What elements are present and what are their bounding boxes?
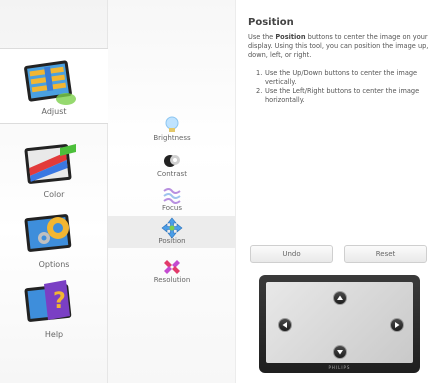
sub-item-focus[interactable]: Focus — [108, 183, 236, 215]
nav-label-help: Help — [44, 330, 64, 339]
sub-nav: Brightness Contrast Focus Position Resol… — [108, 0, 236, 383]
sub-item-contrast[interactable]: Contrast — [108, 149, 236, 181]
nav-item-color[interactable]: Color — [0, 132, 108, 208]
adjust-monitor-icon — [24, 60, 76, 105]
move-up-button[interactable] — [333, 291, 347, 305]
undo-button[interactable]: Undo — [250, 245, 333, 263]
monitor-brand: PHILIPS — [328, 365, 351, 370]
instruction-steps: 1. Use the Up/Down buttons to center the … — [248, 69, 438, 105]
step-number: 1. — [256, 69, 263, 77]
step-item: 2. Use the Left/Right buttons to center t… — [248, 87, 438, 105]
step-text: Use the Left/Right buttons to center the… — [265, 87, 420, 104]
sub-label-focus: Focus — [162, 204, 182, 212]
page-title: Position — [248, 17, 294, 28]
arrow-right-icon — [395, 322, 400, 328]
step-text: Use the Up/Down buttons to center the im… — [265, 69, 418, 86]
focus-waves-icon — [163, 188, 181, 204]
sub-item-brightness[interactable]: Brightness — [108, 113, 236, 145]
arrow-left-icon — [282, 322, 287, 328]
arrow-down-icon — [337, 350, 343, 355]
content-panel: Position Use the Position buttons to cen… — [236, 0, 442, 383]
sub-item-resolution[interactable]: Resolution — [108, 255, 236, 287]
arrow-up-icon — [337, 295, 343, 300]
desc-part-1: Use the — [248, 33, 276, 41]
step-number: 2. — [256, 87, 263, 95]
monitor-preview: PHILIPS — [259, 275, 420, 375]
move-down-button[interactable] — [333, 345, 347, 359]
desc-bold: Position — [275, 33, 306, 41]
sub-label-resolution: Resolution — [153, 276, 191, 284]
main-nav: Adjust Color Options ? Help — [0, 0, 108, 383]
nav-label-color: Color — [43, 190, 65, 199]
sub-label-brightness: Brightness — [153, 134, 191, 142]
contrast-icon — [164, 155, 180, 167]
resolution-icon — [164, 260, 180, 274]
sub-label-position: Position — [158, 237, 186, 245]
lightbulb-icon — [165, 116, 179, 132]
nav-label-options: Options — [38, 260, 70, 269]
reset-button[interactable]: Reset — [344, 245, 427, 263]
move-left-button[interactable] — [278, 318, 292, 332]
nav-item-adjust[interactable]: Adjust — [0, 48, 108, 124]
help-question-icon: ? — [24, 280, 72, 322]
svg-text:?: ? — [53, 289, 66, 314]
color-palette-icon — [24, 144, 76, 184]
move-right-button[interactable] — [390, 318, 404, 332]
step-item: 1. Use the Up/Down buttons to center the … — [248, 69, 438, 87]
move-arrows-icon — [161, 217, 183, 239]
sub-label-contrast: Contrast — [157, 170, 187, 178]
nav-item-help[interactable]: ? Help — [0, 272, 108, 348]
description-text: Use the Position buttons to center the i… — [248, 33, 436, 60]
nav-item-options[interactable]: Options — [0, 202, 108, 278]
sub-item-position[interactable]: Position — [108, 216, 236, 248]
gear-options-icon — [24, 214, 72, 252]
nav-label-adjust: Adjust — [41, 107, 67, 116]
